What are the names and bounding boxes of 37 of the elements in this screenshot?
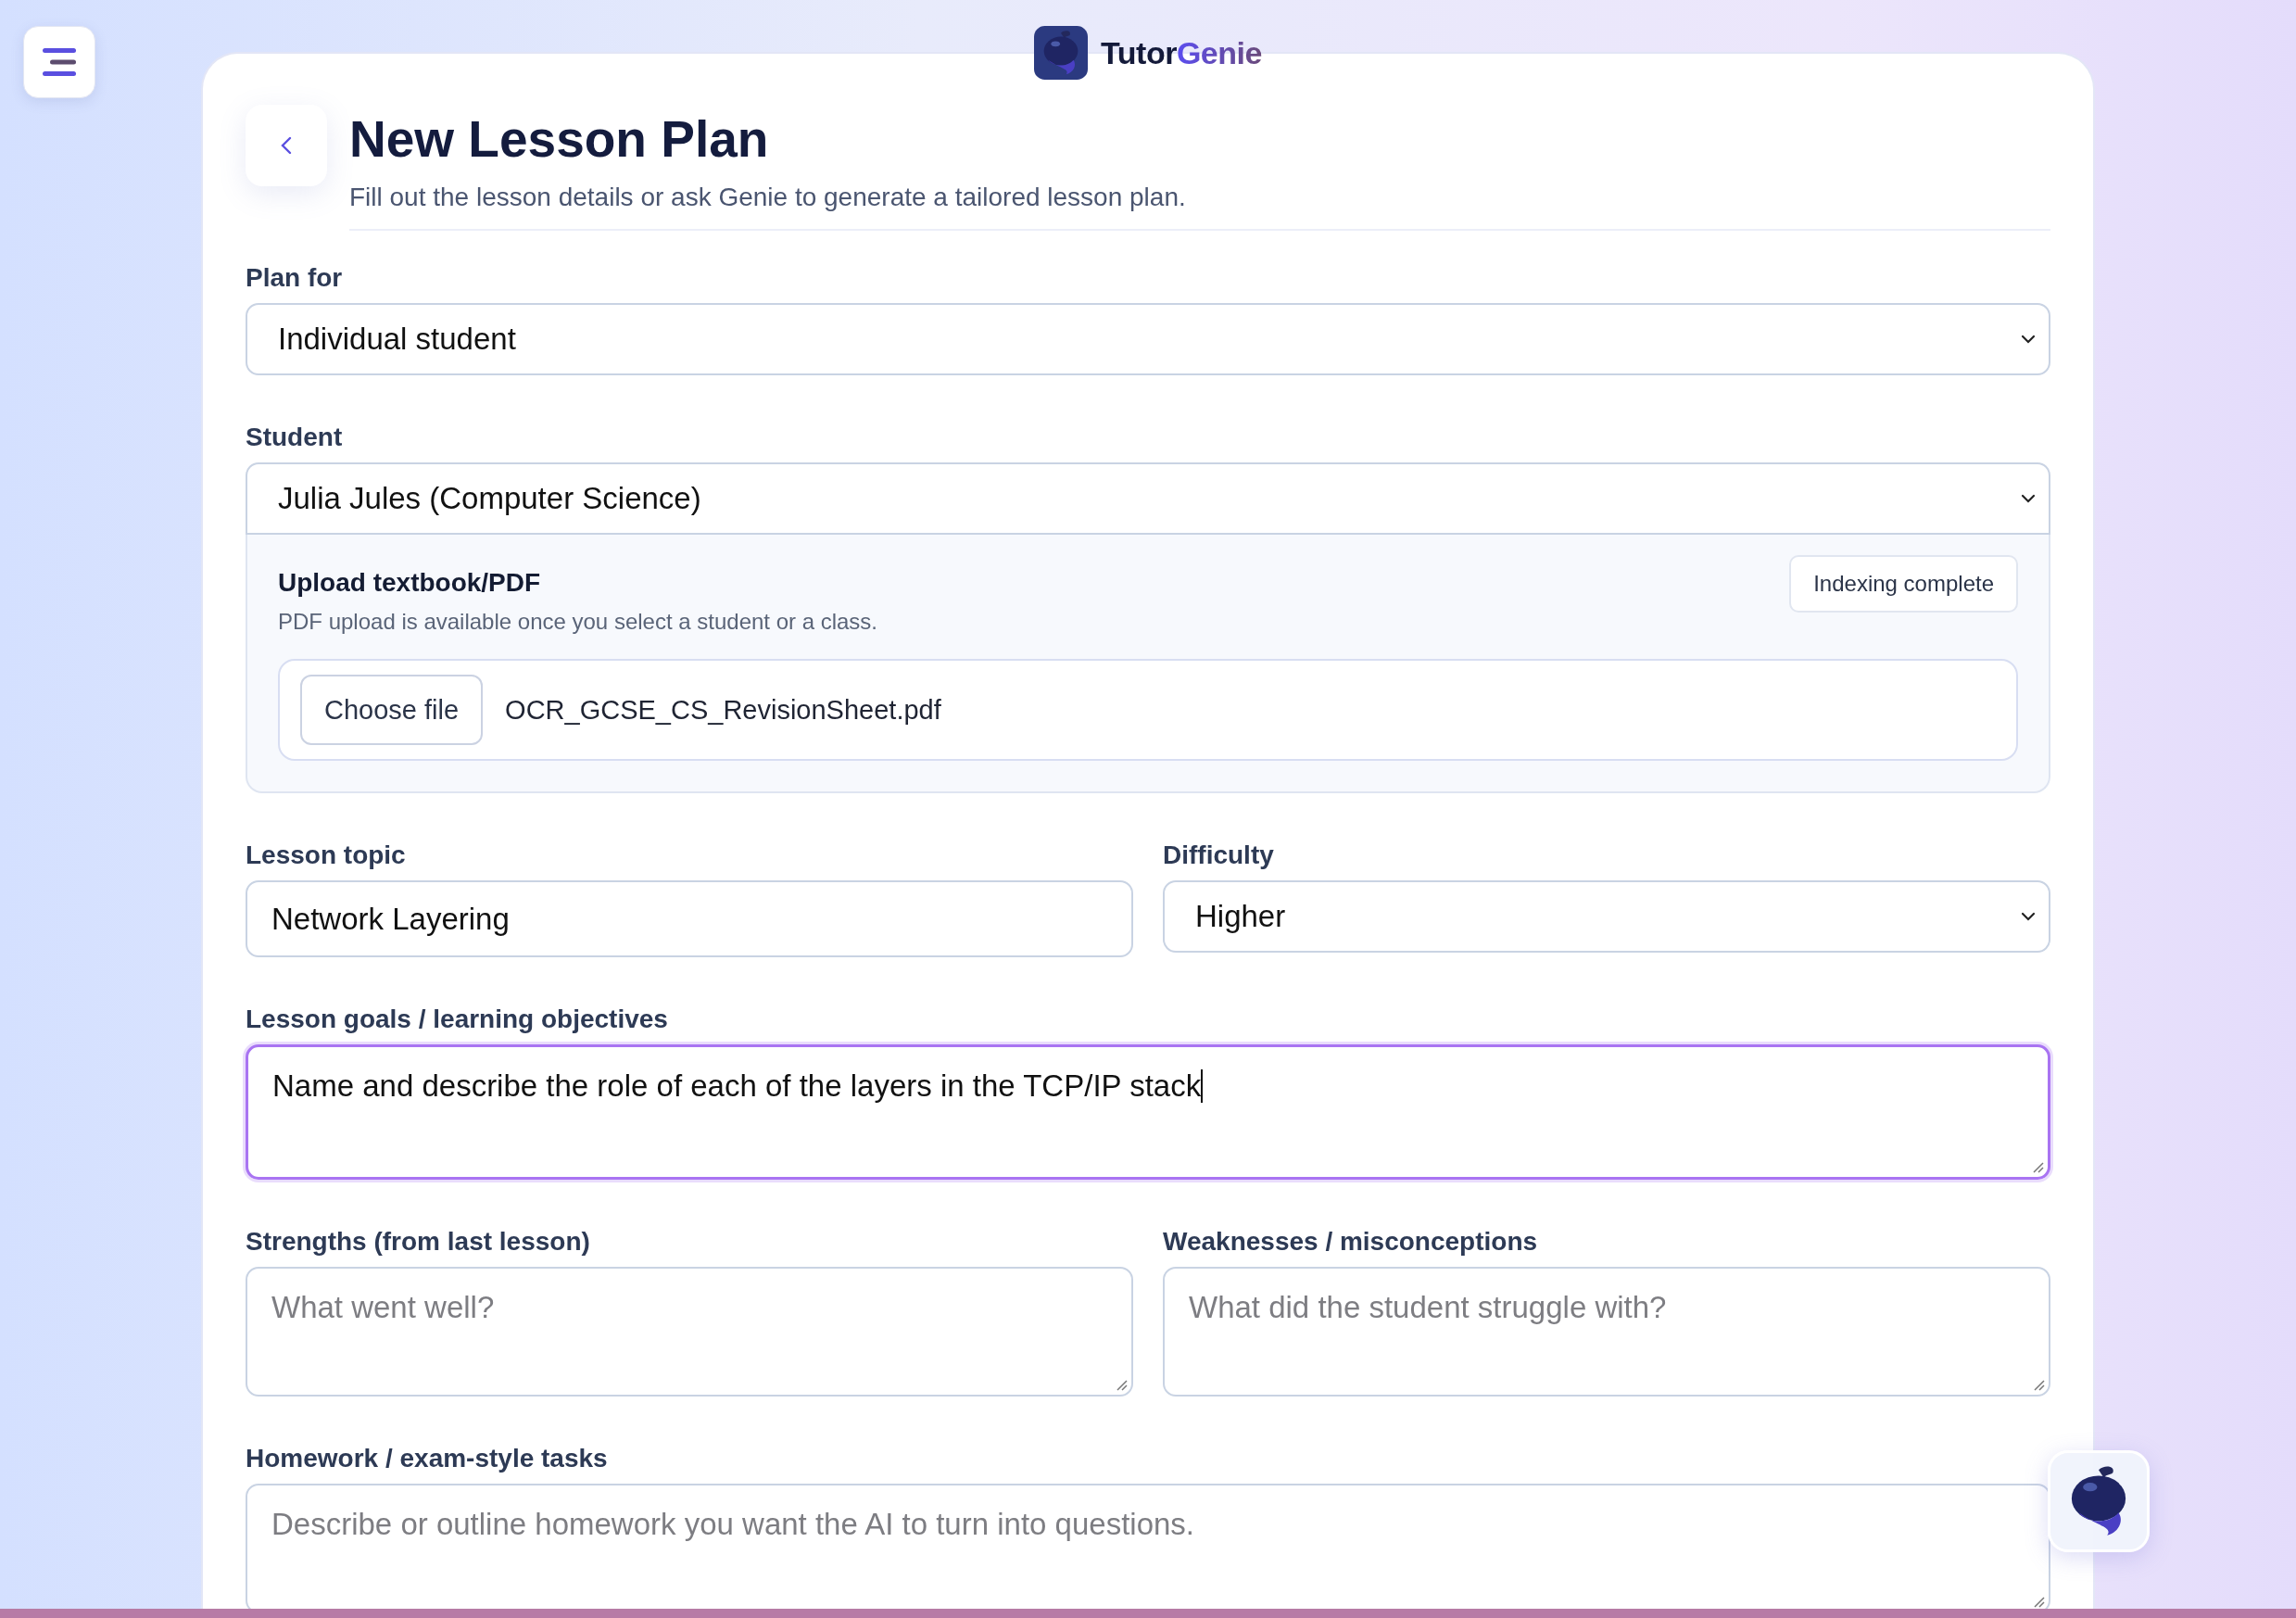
file-input[interactable]: Choose file OCR_GCSE_CS_RevisionSheet.pdf	[278, 659, 2018, 761]
upload-title: Upload textbook/PDF	[278, 568, 542, 598]
field-label: Strengths (from last lesson)	[246, 1226, 590, 1258]
back-icon	[281, 136, 292, 155]
chevron-down-icon	[2021, 912, 2036, 921]
resize-handle-icon	[2032, 1595, 2045, 1608]
upload-note: PDF upload is available once you select a student or a class.	[278, 609, 878, 635]
field-label: Difficulty	[1163, 840, 1274, 871]
menu-icon	[41, 46, 78, 78]
status-badge: Indexing complete	[1789, 555, 2018, 613]
dropdown-select[interactable]: Higher	[1163, 880, 2050, 953]
text-cursor	[1201, 1069, 1204, 1103]
chevron-down-icon	[2021, 335, 2036, 344]
file-name: OCR_GCSE_CS_RevisionSheet.pdf	[505, 694, 941, 726]
assistant-button[interactable]	[2048, 1450, 2150, 1552]
field-label: Lesson topic	[246, 840, 406, 871]
field-label: Homework / exam-style tasks	[246, 1443, 608, 1474]
dropdown-select[interactable]: Individual student	[246, 303, 2050, 375]
text-area[interactable]: What went well?	[246, 1267, 1133, 1397]
resize-handle-icon	[1115, 1378, 1128, 1391]
text-area[interactable]: What did the student struggle with?	[1163, 1267, 2050, 1397]
menu-button[interactable]	[23, 26, 95, 98]
page-subtitle: Fill out the lesson details or ask Genie to generate a tailored lesson plan.	[349, 183, 1187, 212]
field-label: Student	[246, 422, 343, 453]
text-area[interactable]: Name and describe the role of each of the layers in the TCP/IP stack	[246, 1044, 2050, 1180]
dropdown-select[interactable]: Julia Jules (Computer Science)	[246, 462, 2050, 535]
field-label: Plan for	[246, 262, 343, 294]
page-title: New Lesson Plan	[349, 109, 770, 170]
choose-file-button[interactable]: Choose file	[300, 675, 484, 745]
field-label: Weaknesses / misconceptions	[1163, 1226, 1538, 1258]
logo-icon	[1034, 26, 1089, 80]
field-label: Lesson goals / learning objectives	[246, 1004, 668, 1035]
resize-handle-icon	[2031, 1160, 2044, 1173]
resize-handle-icon	[2032, 1378, 2045, 1391]
text-area[interactable]: Describe or outline homework you want the AI to turn into questions.	[246, 1484, 2050, 1609]
text-input[interactable]: Network Layering	[246, 880, 1133, 957]
chevron-down-icon	[2021, 494, 2036, 503]
